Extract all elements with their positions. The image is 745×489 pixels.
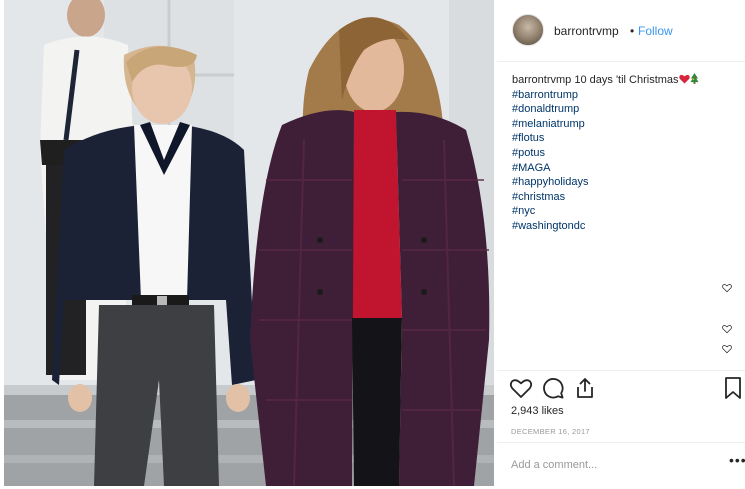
hashtag-link[interactable]: #happyholidays [512, 175, 737, 190]
post-side-panel: barrontrvmp • Follow barrontrvmp 10 days… [497, 0, 745, 489]
post-date[interactable]: DECEMBER 16, 2017 [511, 427, 590, 436]
follow-button[interactable]: Follow [638, 24, 673, 38]
caption: barrontrvmp 10 days 'til Christmas #barr… [512, 73, 737, 234]
likes-count[interactable]: 2,943 likes [511, 405, 564, 417]
heart-outline-icon[interactable] [722, 324, 732, 334]
divider [497, 370, 745, 371]
hashtag-link[interactable]: #potus [512, 146, 737, 161]
action-bar [497, 372, 745, 404]
hashtag-link[interactable]: #nyc [512, 204, 737, 219]
caption-line: barrontrvmp 10 days 'til Christmas [512, 73, 737, 88]
hashtag-link[interactable]: #MAGA [512, 161, 737, 176]
hashtag-link[interactable]: #washingtondc [512, 219, 737, 234]
red-heart-icon [678, 74, 690, 84]
avatar[interactable] [512, 14, 544, 46]
heart-outline-icon[interactable] [509, 376, 533, 400]
post-header: barrontrvmp • Follow [497, 0, 745, 62]
christmas-tree-icon [690, 73, 699, 84]
heart-outline-icon[interactable] [722, 344, 732, 354]
more-options-button[interactable]: ••• [729, 452, 745, 468]
hashtag-link[interactable]: #christmas [512, 190, 737, 205]
instagram-post: barrontrvmp • Follow barrontrvmp 10 days… [0, 0, 745, 489]
caption-username[interactable]: barrontrvmp [512, 74, 571, 86]
hashtag-link[interactable]: #donaldtrump [512, 102, 737, 117]
hashtag-link[interactable]: #melaniatrump [512, 117, 737, 132]
hashtag-link[interactable]: #barrontrump [512, 88, 737, 103]
heart-outline-icon[interactable] [722, 283, 732, 293]
divider [497, 442, 745, 443]
separator-dot: • [630, 24, 635, 38]
caption-text: 10 days 'til Christmas [574, 74, 679, 86]
add-comment-input[interactable] [511, 457, 711, 473]
username-link[interactable]: barrontrvmp [554, 24, 619, 38]
post-photo[interactable] [4, 0, 494, 486]
hashtag-list: #barrontrump #donaldtrump #melaniatrump … [512, 88, 737, 234]
photo-illustration [4, 0, 494, 486]
hashtag-link[interactable]: #flotus [512, 131, 737, 146]
bookmark-icon[interactable] [723, 376, 743, 400]
share-icon[interactable] [573, 376, 597, 400]
comment-bubble-icon[interactable] [541, 376, 565, 400]
